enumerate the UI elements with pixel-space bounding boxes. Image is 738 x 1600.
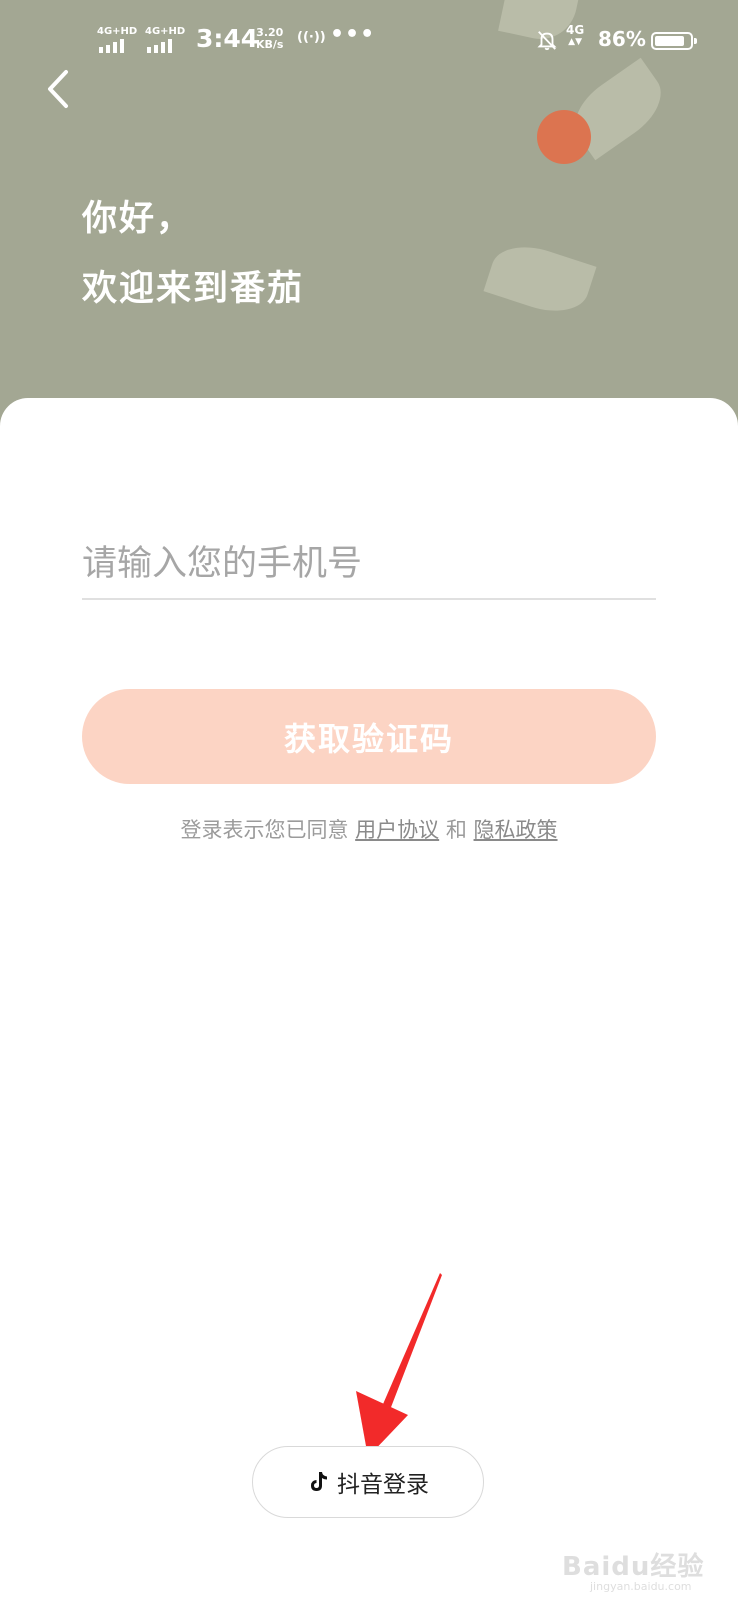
clock: 3:44 [196,24,259,53]
battery-icon [651,32,697,50]
watermark-sub: jingyan.baidu.com [590,1580,692,1593]
bell-muted-icon [537,31,557,51]
hotspot-icon: ((·)) [297,30,326,45]
network-speed: 3.20 KB/s [256,27,283,51]
douyin-icon [311,1472,327,1491]
status-bar: 4G+HD 4G+HD 3:44 3.20 KB/s ((·)) ••• 4G [0,20,738,60]
sim2-tag: 4G+HD [145,26,186,37]
privacy-policy-link[interactable]: 隐私政策 [474,818,558,842]
annotation-arrow-icon [356,1273,442,1457]
douyin-login-label: 抖音登录 [337,1472,429,1498]
decorative-leaf [483,235,597,323]
greeting-line-2: 欢迎来到番茄 [82,269,305,309]
phone-input[interactable] [82,530,656,600]
sim1-tag: 4G+HD [97,26,138,37]
sim2-signal-icon: 4G+HD [145,26,187,54]
agreement-prefix: 登录表示您已同意 [180,818,349,842]
net-tag: 4G [566,23,585,37]
mobile-data-icon: 4G ▲▼ [566,23,585,47]
battery-percent: 86% [598,27,646,51]
user-agreement-link[interactable]: 用户协议 [355,818,439,842]
watermark: Baidu经验 [562,1552,705,1582]
douyin-login-button[interactable]: 抖音登录 [252,1446,484,1518]
get-code-label: 获取验证码 [283,719,454,758]
agreement-text: 登录表示您已同意 用户协议 和 隐私政策 [0,814,738,844]
login-screen: 4G+HD 4G+HD 3:44 3.20 KB/s ((·)) ••• 4G [0,0,738,1600]
more-dots: ••• [330,22,376,47]
greeting-line-1: 你好， [82,199,194,239]
tomato-dot [537,110,591,164]
get-code-button[interactable]: 获取验证码 [82,689,656,784]
sim1-signal-icon: 4G+HD [97,26,139,54]
header-banner: 4G+HD 4G+HD 3:44 3.20 KB/s ((·)) ••• 4G [0,0,738,430]
agreement-and: 和 [445,818,467,842]
speed-unit: KB/s [256,38,284,51]
chevron-left-icon[interactable] [40,64,80,114]
